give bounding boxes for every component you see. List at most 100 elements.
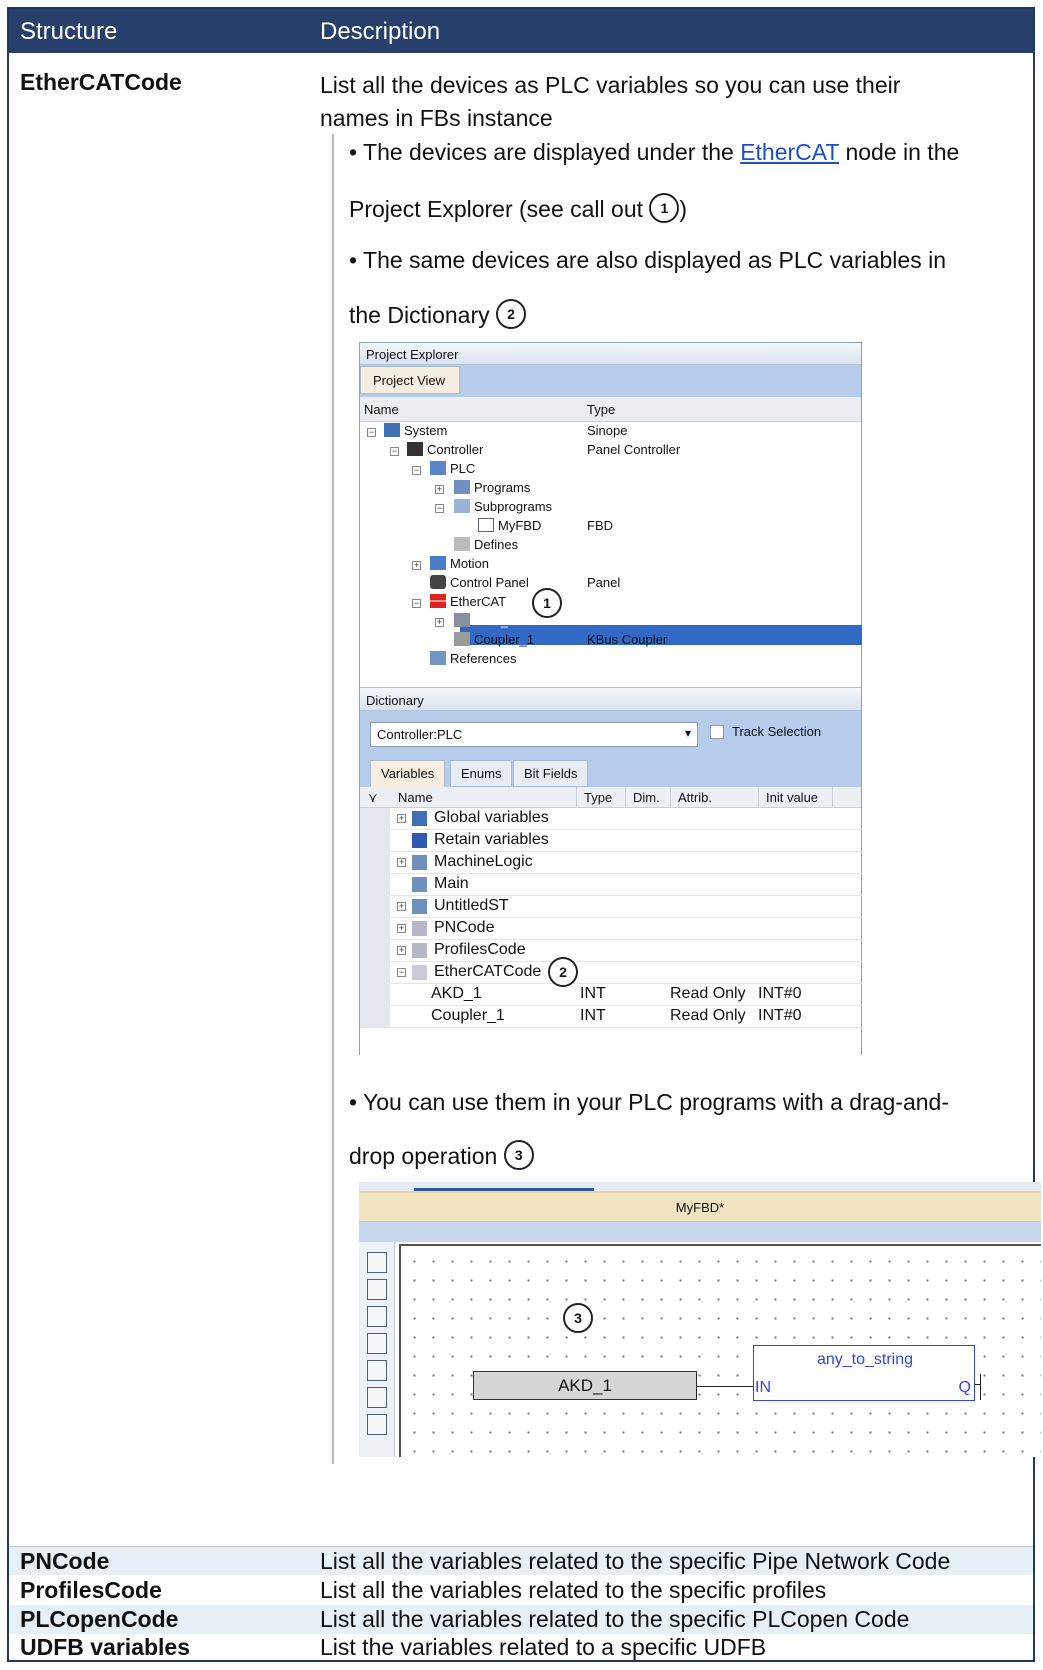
dictionary-row-retain[interactable]: Retain variables (360, 830, 862, 852)
motion-icon (430, 556, 446, 570)
tree-item-references[interactable]: References (430, 651, 516, 671)
subprograms-icon (454, 499, 470, 513)
dictionary-row-global[interactable]: + Global variables (360, 808, 862, 830)
drive-icon (454, 613, 470, 627)
ethercat-link[interactable]: EtherCAT (740, 139, 839, 165)
rung-tool-icon[interactable] (367, 1414, 387, 1435)
tree-item-programs[interactable]: Programs (454, 480, 530, 500)
tree-item-plc[interactable]: PLC (430, 461, 475, 481)
callout-2-screenshot: 2 (548, 957, 578, 987)
dictionary-title: Dictionary (360, 687, 861, 711)
programs-icon (454, 480, 470, 494)
callout-3-screenshot: 3 (563, 1303, 593, 1333)
tab-project-view[interactable]: Project View (360, 366, 460, 394)
variable-block-akd-1[interactable]: AKD_1 (473, 1371, 697, 1400)
dictionary-row-ethercatcode[interactable]: − EtherCATCode 2 (360, 957, 862, 987)
references-icon (430, 651, 446, 665)
dictionary-grid: ⋎ Name Type Dim. Attrib. Init value + Glo… (360, 787, 862, 1064)
project-explorer-columns: Name Type (360, 397, 861, 422)
bullet-1-line-2: Project Explorer (see call out 1) (349, 193, 1039, 223)
dictionary-var-coupler-1[interactable]: Coupler_1 INT Read Only INT#0 (360, 1006, 862, 1028)
dictionary-header: ⋎ Name Type Dim. Attrib. Init value (360, 787, 861, 808)
tab-variables[interactable]: Variables (370, 760, 446, 787)
control-panel-icon (430, 575, 446, 589)
callout-1: 1 (649, 193, 680, 223)
tab-enums[interactable]: Enums (450, 760, 513, 787)
dictionary-row-machinelogic[interactable]: + MachineLogic (360, 852, 862, 874)
fbd-editor-title: MyFBD* (359, 1193, 1041, 1222)
tree-item-ethercat[interactable]: EtherCAT (430, 594, 506, 614)
program-icon (412, 899, 427, 914)
bullet-2-line-1: • The same devices are also displayed as… (349, 247, 946, 273)
global-vars-icon (412, 811, 427, 826)
table-row-profilescode: ProfilesCode List all the variables rela… (9, 1575, 1033, 1605)
table-row-pncode: PNCode List all the variables related to… (9, 1546, 1033, 1575)
coupler-icon (454, 632, 470, 646)
header-structure: Structure (20, 18, 118, 45)
bullet-3-line-2: drop operation 3 (349, 1140, 1039, 1170)
tree-item-coupler-1[interactable]: Coupler_1 (454, 632, 534, 652)
variable-tool-icon[interactable] (367, 1306, 387, 1327)
controller-icon (407, 442, 423, 456)
pin-in: IN (755, 1379, 771, 1396)
row-description: List all the variables related to the sp… (320, 1548, 951, 1574)
tree-item-control-panel[interactable]: Control Panel (430, 575, 529, 595)
project-explorer-dictionary-screenshot: Project Explorer Project View Name Type … (359, 342, 862, 1064)
dictionary-row-untitledst[interactable]: + UntitledST (360, 896, 862, 918)
row-key: EtherCATCode (20, 69, 182, 95)
row-key: UDFB variables (20, 1634, 191, 1660)
block-tool-icon[interactable] (367, 1279, 387, 1300)
table-row-plcopencode: PLCopenCode List all the variables relat… (9, 1605, 1033, 1634)
table-header: Structure Description (9, 9, 1033, 53)
plc-icon (430, 461, 446, 475)
fbd-toolbar (359, 1242, 395, 1457)
pin-q: Q (958, 1379, 971, 1396)
code-icon (412, 921, 427, 936)
dictionary-row-main[interactable]: Main (360, 874, 862, 896)
controller-combo[interactable]: Controller:PLC ▾ (370, 722, 698, 747)
row-description: List all the variables related to the sp… (320, 1606, 910, 1632)
tree-item-system[interactable]: System (384, 423, 447, 443)
filter-icon[interactable]: ⋎ (368, 790, 378, 806)
fbd-editor-screenshot: MyFBD* 3 AKD_1 any_to_string IN Q (359, 1182, 1041, 1457)
tree-item-motion[interactable]: Motion (430, 556, 489, 576)
row-key: PLCopenCode (20, 1606, 179, 1632)
row-key: PNCode (20, 1548, 110, 1574)
dropdown-arrow-icon: ▾ (684, 726, 691, 740)
dictionary-row-pncode[interactable]: + PNCode (360, 918, 862, 940)
program-icon (412, 855, 427, 870)
corner-tool-icon[interactable] (367, 1360, 387, 1381)
callout-1-screenshot: 1 (532, 588, 562, 618)
tree-item-akd-1[interactable]: AKD_1 (454, 613, 515, 633)
ethercat-icon (430, 594, 446, 608)
tab-bit-fields[interactable]: Bit Fields (513, 760, 589, 787)
ethercat-code-icon (412, 965, 427, 980)
tree-item-controller[interactable]: Controller (407, 442, 483, 462)
retain-icon (412, 833, 427, 848)
tree-item-defines[interactable]: Defines (454, 537, 518, 557)
select-tool-icon[interactable] (367, 1252, 387, 1273)
table-row-udfb-variables: UDFB variables List the variables relate… (9, 1634, 1033, 1660)
system-icon (384, 423, 400, 437)
dictionary-var-akd-1[interactable]: AKD_1 INT Read Only INT#0 (360, 984, 862, 1006)
code-icon (412, 943, 427, 958)
track-selection-checkbox[interactable] (710, 725, 724, 739)
callout-2: 2 (496, 299, 527, 329)
bullet-indent-bar (332, 134, 334, 1464)
bullet-3-line-1: • You can use them in your PLC programs … (349, 1089, 949, 1115)
row-description: List all the devices as PLC variables so… (320, 72, 901, 131)
tree-item-subprograms[interactable]: Subprograms (454, 499, 552, 519)
tree-item-myfbd[interactable]: MyFBD (478, 518, 541, 538)
row-description: List the variables related to a specific… (320, 1634, 767, 1660)
dictionary-row-profilescode[interactable]: + ProfilesCode (360, 940, 862, 962)
link-tool-icon[interactable] (367, 1387, 387, 1408)
defines-icon (454, 537, 470, 551)
fbd-canvas[interactable]: 3 AKD_1 any_to_string IN Q (399, 1244, 1041, 1457)
track-selection-label: Track Selection (732, 724, 822, 739)
connection-wire (697, 1386, 755, 1387)
fbd-icon (478, 518, 494, 532)
program-icon (412, 877, 427, 892)
function-block-any-to-string[interactable]: any_to_string IN Q (753, 1345, 975, 1401)
row-key: ProfilesCode (20, 1577, 162, 1603)
comment-tool-icon[interactable] (367, 1333, 387, 1354)
